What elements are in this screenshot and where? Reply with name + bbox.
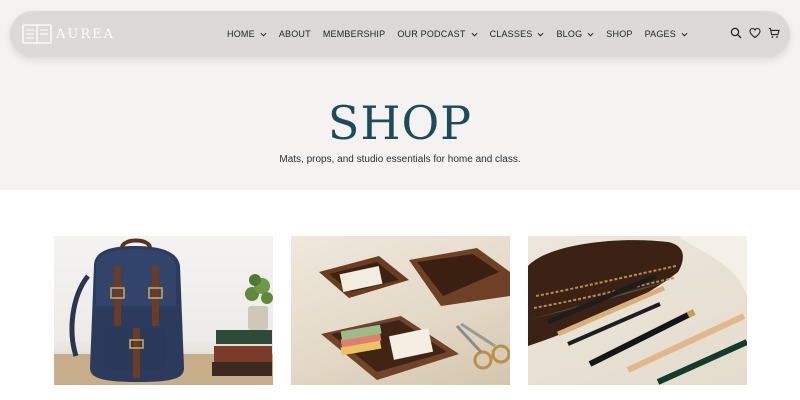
brand-name: AUREA — [56, 26, 116, 42]
nav-item-about[interactable]: ABOUT — [279, 29, 311, 39]
backpack-image — [54, 238, 273, 385]
nav-item-classes[interactable]: CLASSES — [490, 29, 545, 39]
search-icon[interactable] — [730, 27, 742, 39]
nav-item-home[interactable]: HOME — [227, 29, 267, 39]
nav-item-label: HOME — [227, 29, 255, 39]
desk-trays-image — [319, 248, 510, 380]
nav-actions — [723, 27, 780, 39]
chevron-down-icon — [471, 32, 478, 37]
nav-item-blog[interactable]: BLOG — [556, 29, 594, 39]
navbar: AUREA HOME ABOUT MEMBERSHIP OUR PODCAST … — [10, 11, 790, 57]
nav-item-membership[interactable]: MEMBERSHIP — [323, 29, 386, 39]
nav-item-label: SHOP — [606, 29, 633, 39]
main-menu: HOME ABOUT MEMBERSHIP OUR PODCAST CLASSE… — [227, 27, 700, 41]
page-subtitle: Mats, props, and studio essentials for h… — [279, 154, 521, 165]
page-title: SHOP — [327, 96, 473, 150]
product-card[interactable] — [54, 236, 273, 385]
nav-item-our-podcast[interactable]: OUR PODCAST — [397, 29, 478, 39]
product-card[interactable] — [291, 236, 510, 385]
chevron-down-icon — [260, 32, 267, 37]
product-card[interactable] — [528, 236, 747, 385]
nav-item-shop[interactable]: SHOP — [606, 29, 632, 39]
open-book-icon — [22, 24, 52, 44]
nav-item-pages[interactable]: PAGES — [645, 29, 688, 39]
nav-item-label: MEMBERSHIP — [322, 29, 386, 39]
nav-item-label: OUR PODCAST — [397, 29, 466, 39]
nav-item-label: BLOG — [556, 29, 583, 39]
nav-item-label: CLASSES — [489, 29, 533, 39]
cart-icon[interactable] — [768, 27, 780, 39]
heart-icon[interactable] — [749, 27, 761, 39]
brand-logo[interactable]: AUREA — [22, 23, 115, 45]
chevron-down-icon — [681, 32, 688, 37]
chevron-down-icon — [537, 32, 544, 37]
chevron-down-icon — [587, 32, 594, 37]
nav-item-label: PAGES — [644, 29, 676, 39]
nav-item-label: ABOUT — [278, 29, 311, 39]
pencil-case-image — [528, 236, 747, 385]
